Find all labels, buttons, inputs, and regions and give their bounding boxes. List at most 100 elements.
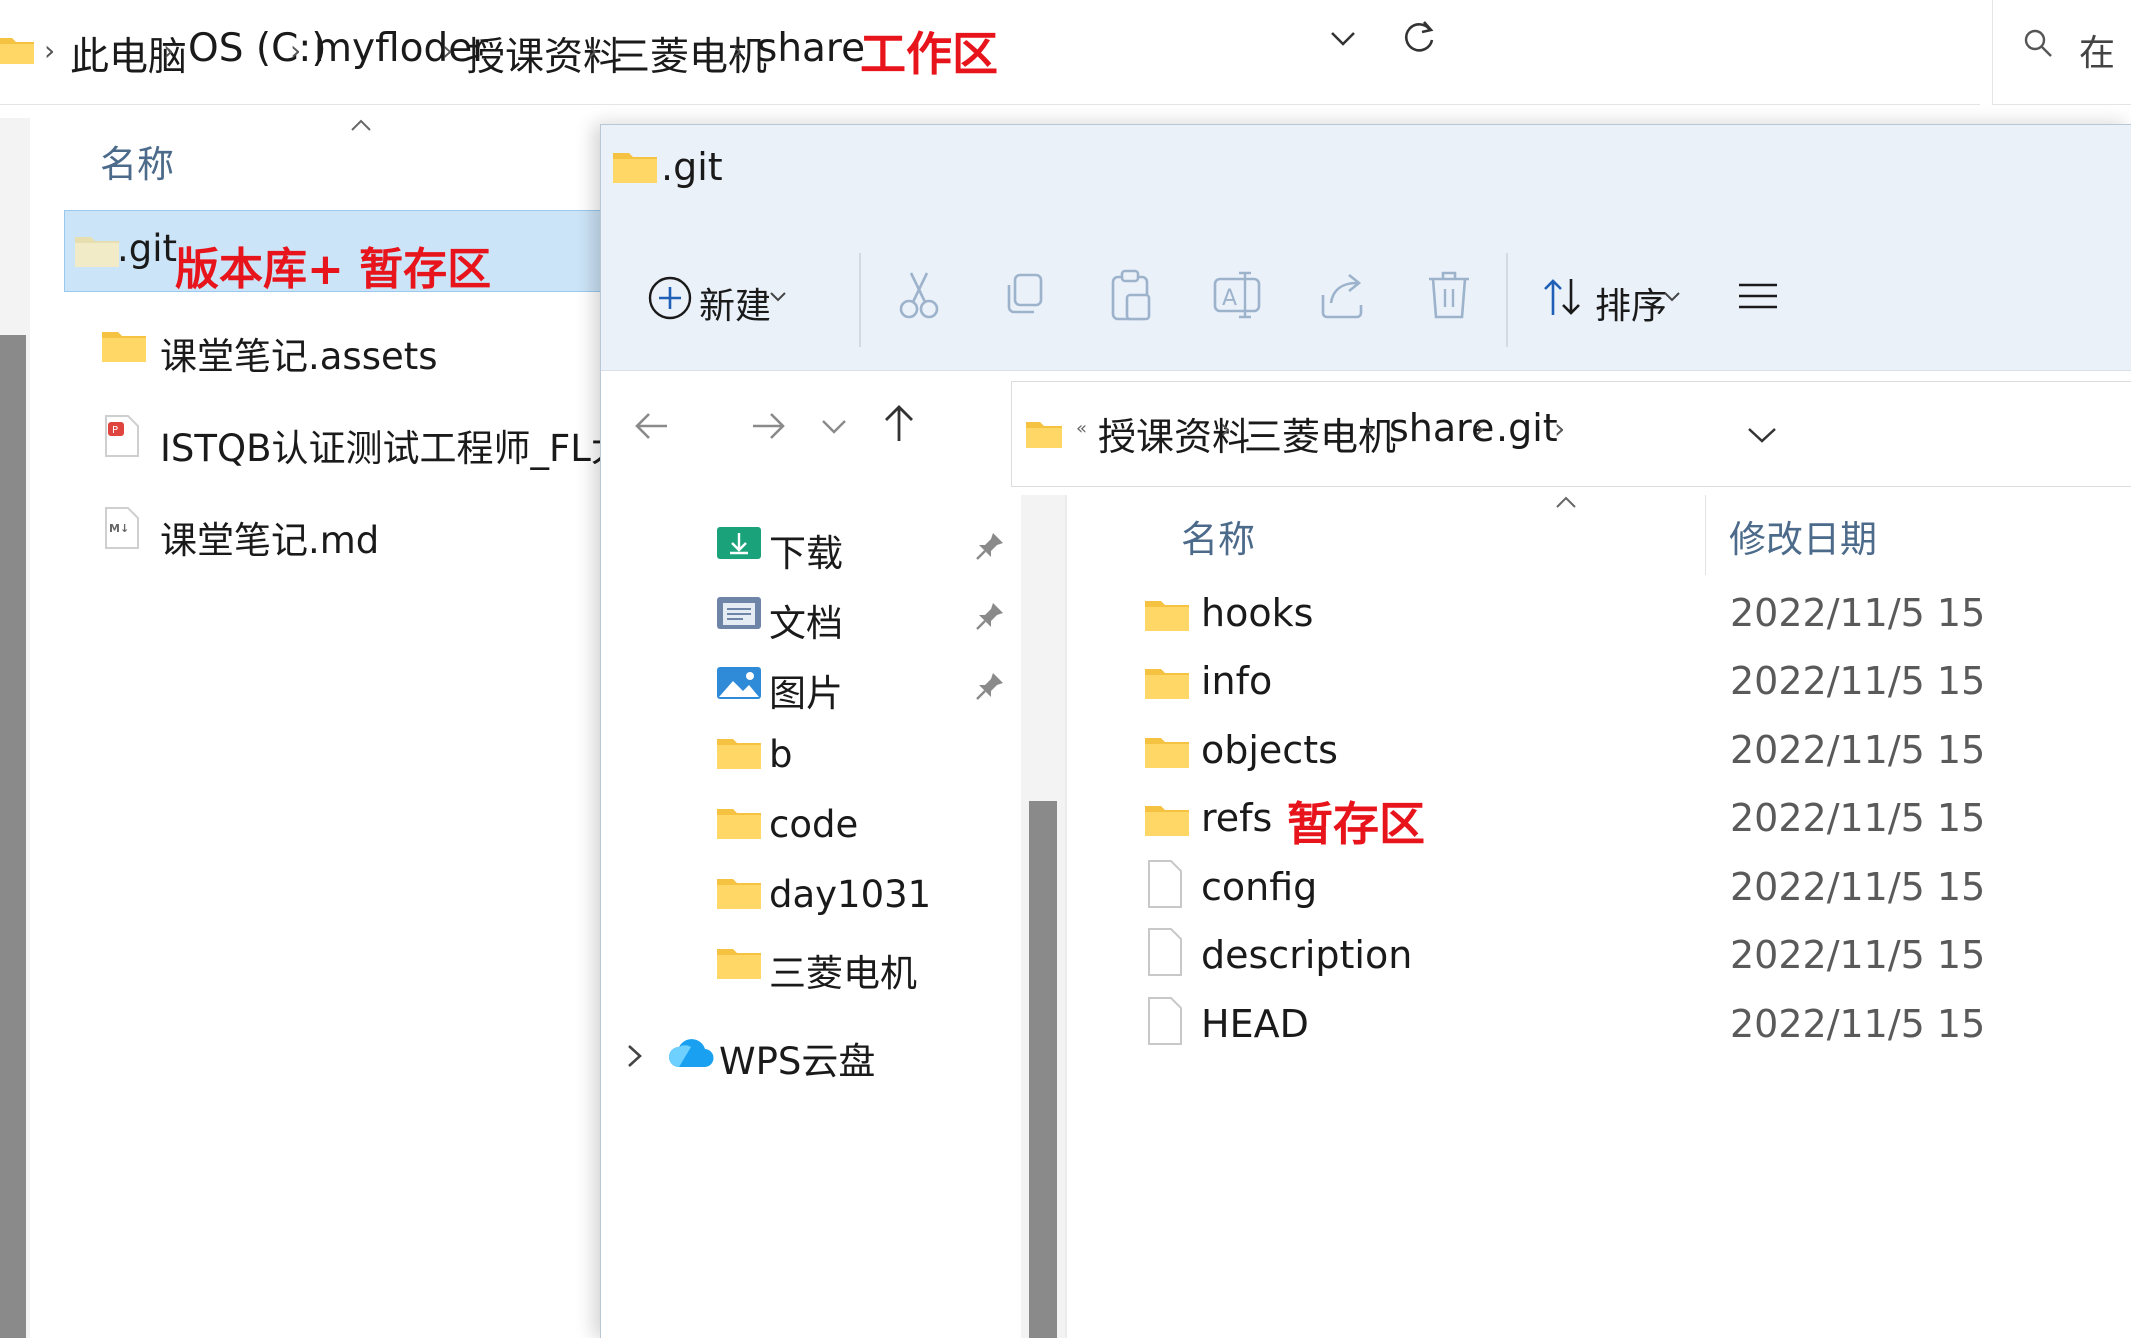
folder-icon [717, 949, 761, 979]
pin-icon[interactable] [975, 601, 1005, 631]
pdf-file-icon: P [105, 415, 139, 457]
chevron-right-icon: › [1220, 412, 1232, 445]
chevron-down-icon [770, 292, 786, 302]
sidebar-item-label: 下载 [769, 532, 843, 575]
breadcrumb-item[interactable]: myfloder [314, 26, 488, 71]
sort-ascending-icon [1556, 496, 1576, 508]
recent-locations-icon[interactable] [821, 419, 847, 435]
chevron-down-icon[interactable] [1747, 426, 1777, 444]
breadcrumb-item[interactable]: OS (C:) [188, 26, 327, 71]
column-header-modified[interactable]: 修改日期 [1729, 509, 1877, 563]
chevron-right-icon: › [1554, 412, 1566, 445]
share-icon[interactable] [1313, 265, 1373, 325]
file-date: 2022/11/5 15 [1730, 728, 1986, 772]
sidebar-item-pictures[interactable]: 图片 [713, 651, 1013, 721]
rename-icon[interactable]: A [1207, 265, 1267, 325]
view-menu-icon[interactable] [1737, 281, 1777, 311]
workspace-annotation: 工作区 [860, 27, 998, 81]
sidebar-item-day1031[interactable]: day1031 [713, 861, 1013, 931]
folder-icon [613, 153, 657, 183]
sidebar-item-label: code [769, 803, 859, 846]
folder-icon [717, 809, 761, 839]
list-item-label: 课堂笔记.assets [160, 335, 438, 378]
file-name: objects [1201, 728, 1338, 772]
sidebar-item-code[interactable]: code [713, 791, 1013, 861]
file-date: 2022/11/5 15 [1730, 796, 1986, 840]
sidebar-item-label: 图片 [769, 672, 843, 715]
copy-icon[interactable] [995, 265, 1055, 325]
navigation-pane: 下载 文档 图片 b code day1031 三菱电机 WPS云盘 [601, 495, 1021, 1338]
file-date: 2022/11/5 15 [1730, 865, 1986, 909]
file-name: refs [1201, 796, 1273, 840]
scrollbar-thumb[interactable] [0, 335, 26, 1338]
new-button-label: 新建 [699, 286, 772, 327]
address-bar[interactable]: « 授课资料 › 三菱电机 › share › .git › [1011, 381, 2131, 487]
pin-icon[interactable] [975, 671, 1005, 701]
new-button[interactable]: 新建 [641, 265, 821, 327]
column-divider[interactable] [1705, 495, 1706, 575]
chevron-right-icon[interactable] [625, 1043, 645, 1069]
chevron-right-icon: › [442, 34, 454, 67]
sidebar-item-wps-cloud[interactable]: WPS云盘 [625, 1021, 1005, 1091]
plus-icon [648, 276, 692, 320]
svg-text:P: P [112, 425, 118, 436]
sidebar-item-mitsubishi[interactable]: 三菱电机 [713, 931, 1013, 1001]
sort-ascending-icon [351, 119, 371, 131]
sidebar-item-label: 文档 [769, 602, 843, 645]
column-header-name[interactable]: 名称 [100, 134, 174, 188]
back-arrow-icon[interactable] [633, 411, 669, 441]
search-icon [2024, 29, 2052, 57]
sidebar-item-label: b [769, 733, 793, 776]
pane-divider [1065, 495, 1067, 1338]
delete-icon[interactable] [1419, 265, 1479, 325]
search-box[interactable]: 在 [1992, 0, 2131, 105]
scrollbar-thumb[interactable] [1029, 801, 1057, 1338]
cut-icon[interactable] [889, 265, 949, 325]
chevron-right-icon: › [290, 34, 302, 67]
table-row[interactable]: description 2022/11/5 15 [1077, 917, 2131, 997]
list-item[interactable]: 课堂笔记.assets [44, 308, 604, 388]
column-header-name[interactable]: 名称 [1181, 509, 1255, 563]
sidebar-item-downloads[interactable]: 下载 [713, 511, 1013, 581]
breadcrumb-item[interactable]: share [757, 26, 865, 71]
refresh-icon[interactable] [1402, 20, 1436, 54]
up-arrow-icon[interactable] [883, 403, 915, 443]
list-item-label: 课堂笔记.md [160, 519, 380, 562]
chevron-right-icon: › [1474, 412, 1486, 445]
table-row[interactable]: info 2022/11/5 15 [1077, 643, 2131, 723]
sidebar-item-label: 三菱电机 [769, 952, 917, 995]
search-placeholder: 在 [2079, 33, 2116, 74]
chevron-down-icon[interactable] [1330, 30, 1356, 48]
breadcrumb-item[interactable]: 授课资料 [466, 26, 622, 82]
sidebar-item-b[interactable]: b [713, 721, 1013, 791]
forward-arrow-icon[interactable] [751, 411, 787, 441]
toolbar-divider [859, 253, 861, 347]
folder-icon [75, 237, 119, 267]
paste-icon[interactable] [1101, 265, 1161, 325]
file-icon [1148, 860, 1182, 908]
chevron-down-icon [1664, 292, 1680, 302]
folder-icon [1145, 669, 1189, 699]
file-date: 2022/11/5 15 [1730, 1002, 1986, 1046]
table-row[interactable]: refs 暂存区 2022/11/5 15 [1077, 780, 2131, 860]
sidebar-item-documents[interactable]: 文档 [713, 581, 1013, 651]
list-item[interactable]: M↓ 课堂笔记.md [44, 492, 604, 572]
svg-text:M↓: M↓ [109, 522, 129, 535]
sort-icon [1544, 279, 1580, 315]
list-item-label: ISTQB认证测试工程师_FL大 [160, 427, 628, 470]
downloads-icon [717, 527, 761, 559]
sort-button[interactable]: 排序 [1539, 265, 1689, 327]
pictures-icon [717, 667, 761, 699]
address-bar[interactable]: › 此电脑 › OS (C:) › myfloder › 授课资料 › 三菱电机… [0, 0, 1980, 105]
pin-icon[interactable] [975, 531, 1005, 561]
list-item[interactable]: P ISTQB认证测试工程师_FL大 [44, 400, 628, 480]
list-item[interactable]: .git 版本库+ 暂存区 [64, 210, 604, 295]
breadcrumb-item[interactable]: 三菱电机 [611, 26, 767, 82]
overflow-chevron-icon[interactable]: « [1076, 418, 1087, 439]
svg-text:A: A [1222, 286, 1237, 311]
table-row[interactable]: HEAD 2022/11/5 15 [1077, 986, 2131, 1066]
chevron-right-icon: › [587, 34, 599, 67]
folder-icon [717, 879, 761, 909]
file-name: description [1201, 933, 1413, 977]
breadcrumb-item[interactable]: .git [1496, 406, 1558, 450]
